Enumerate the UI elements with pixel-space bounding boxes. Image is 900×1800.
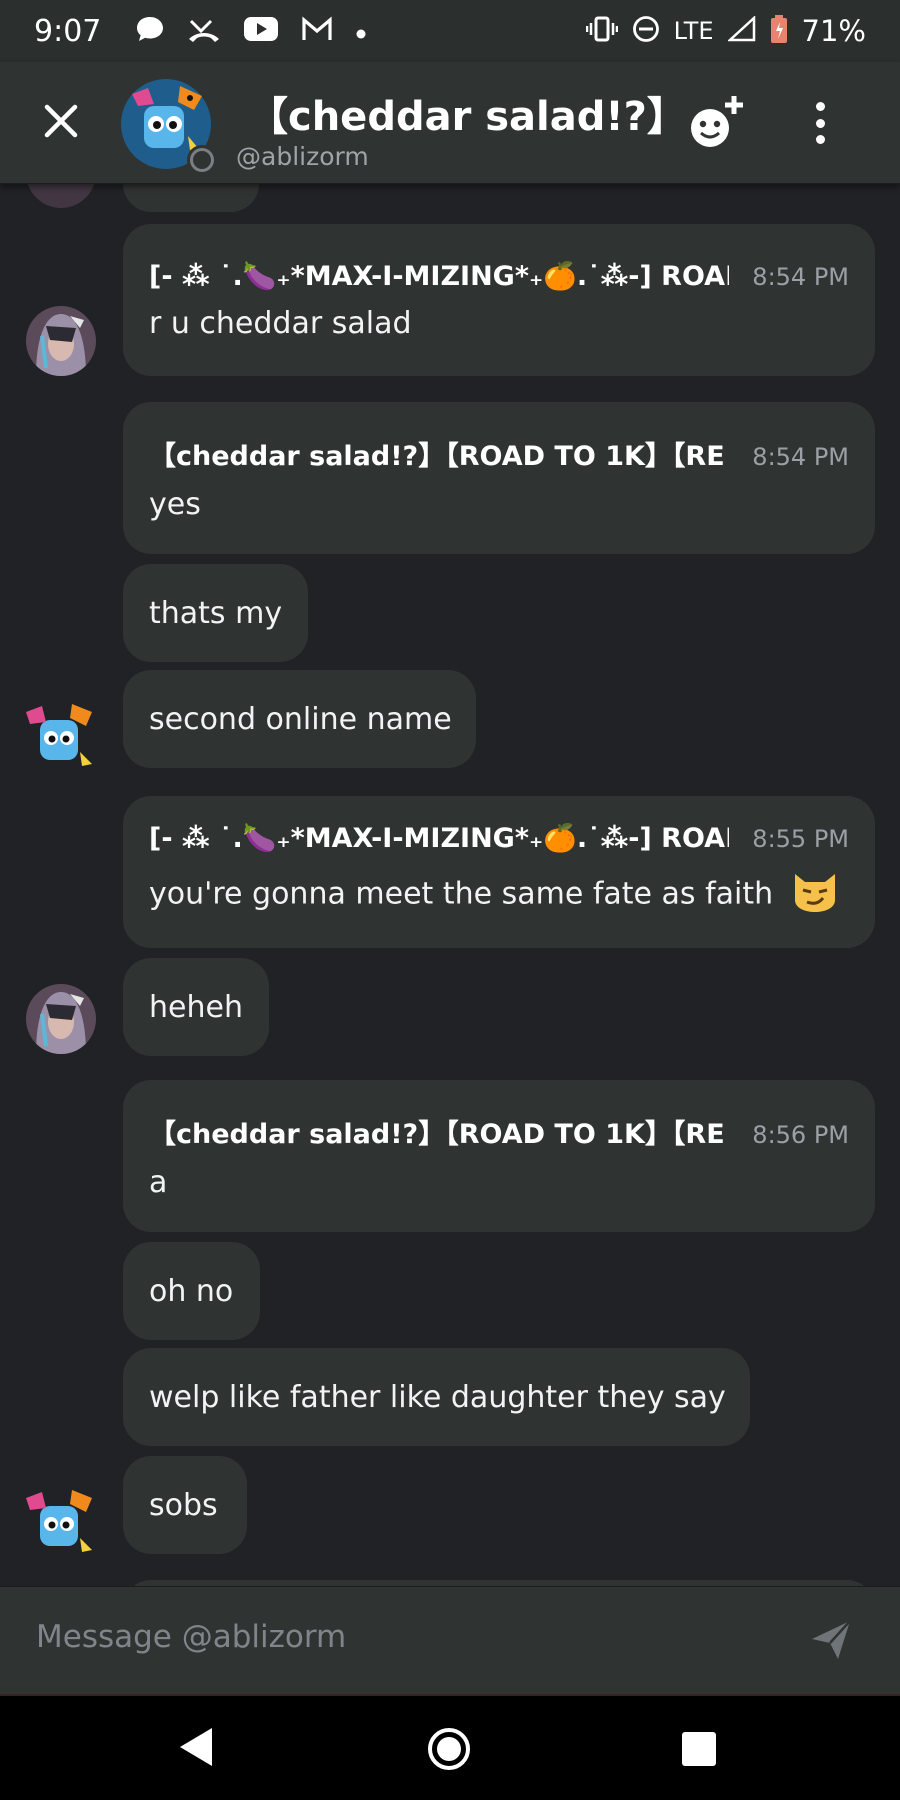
more-dot-icon <box>815 135 825 144</box>
system-nav-bar <box>0 1694 900 1800</box>
message-timestamp: 8:54 PM <box>752 262 849 291</box>
status-bar: 9:07 LTE 71% <box>0 0 900 62</box>
message-text: r u cheddar salad <box>149 305 412 341</box>
lte-label: LTE <box>673 17 714 45</box>
close-button[interactable] <box>36 96 86 146</box>
dot-icon <box>355 17 367 45</box>
message-author[interactable]: 【cheddar salad!?】【ROAD TO 1K】【RE <box>149 434 725 473</box>
avatar <box>26 184 96 208</box>
message-text: thats my <box>149 595 283 631</box>
message-list[interactable]: [- ⁂ ˙.🍆₊*MAX-I-MIZING*₊🍊.˙⁂-] ROAD 8:54… <box>0 184 900 1586</box>
message-author[interactable]: [- ⁂ ˙.🍆₊*MAX-I-MIZING*₊🍊.˙⁂-] ROAD <box>149 260 729 292</box>
add-emoji-icon <box>691 96 743 147</box>
message-text: oh no <box>149 1273 234 1309</box>
message-bubble: 【cheddar salad!?】【ROAD TO 1K】【RE 8:54 PM… <box>123 402 875 554</box>
avatar[interactable] <box>26 306 96 376</box>
message-timestamp: 8:56 PM <box>752 1121 849 1149</box>
message-bubble: second online name <box>123 670 476 768</box>
message-text: second online name <box>149 701 452 737</box>
more-options-button[interactable] <box>800 96 840 150</box>
message-bubble: welp like father like daughter they say <box>123 1348 750 1446</box>
message-bubble-partial <box>123 184 259 212</box>
back-triangle-icon <box>180 1728 212 1766</box>
vibrate-icon <box>585 16 618 47</box>
chat-bubble-icon <box>135 15 165 48</box>
message-author[interactable]: [- ⁂ ˙.🍆₊*MAX-I-MIZING*₊🍊.˙⁂-] ROAD <box>149 822 729 854</box>
message-bubble: oh no <box>123 1242 260 1340</box>
message-input[interactable]: Message @ablizorm <box>36 1619 346 1655</box>
header-username: @ablizorm <box>236 142 369 171</box>
home-button[interactable] <box>428 1728 470 1770</box>
message-text: a <box>149 1165 168 1200</box>
message-bubble: sobs <box>123 1456 247 1554</box>
back-button[interactable] <box>178 1726 214 1772</box>
message-text: you're gonna meet the same fate as faith <box>149 876 774 912</box>
message-bubble: heheh <box>123 958 269 1056</box>
message-timestamp: 8:54 PM <box>752 443 849 471</box>
message-text: welp like father like daughter they say <box>149 1379 726 1415</box>
gmail-icon <box>301 16 333 47</box>
message-timestamp: 8:55 PM <box>752 825 849 853</box>
status-indicator <box>190 148 214 172</box>
battery-icon <box>770 14 788 49</box>
status-time: 9:07 <box>34 13 102 49</box>
send-button[interactable] <box>808 1617 854 1663</box>
page-title: 【cheddar salad!?】 <box>248 94 687 140</box>
do-not-disturb-icon <box>632 15 660 48</box>
message-text: sobs <box>149 1487 218 1523</box>
message-author[interactable]: 【cheddar salad!?】【ROAD TO 1K】【RE <box>149 1112 725 1151</box>
avatar[interactable] <box>26 984 96 1054</box>
message-bubble: [- ⁂ ˙.🍆₊*MAX-I-MIZING*₊🍊.˙⁂-] ROAD 8:54… <box>123 224 875 376</box>
chat-header: 【cheddar salad!?】 @ablizorm <box>0 62 900 184</box>
more-dot-icon <box>815 102 825 111</box>
message-bubble: 【cheddar salad!?】【ROAD TO 1K】【RE 8:56 PM… <box>123 1080 875 1232</box>
recents-button[interactable] <box>682 1732 716 1766</box>
message-text: yes <box>149 487 201 522</box>
missed-call-icon <box>187 15 221 48</box>
avatar[interactable] <box>22 698 98 774</box>
youtube-icon <box>243 16 279 47</box>
avatar[interactable] <box>22 1484 98 1560</box>
close-icon <box>44 104 78 138</box>
message-composer[interactable]: Message @ablizorm <box>0 1586 900 1694</box>
message-text: heheh <box>149 989 243 1025</box>
add-friend-button[interactable] <box>684 92 750 152</box>
smirking-cat-emoji-icon <box>789 868 841 922</box>
chat-screen: 9:07 LTE 71% 【cheddar salad!?】 @ablizorm… <box>0 0 900 1800</box>
more-dot-icon <box>815 118 825 128</box>
message-bubble: thats my <box>123 564 308 662</box>
message-bubble: [- ⁂ ˙.🍆₊*MAX-I-MIZING*₊🍊.˙⁂-] ROAD 8:55… <box>123 796 875 948</box>
signal-icon <box>726 14 756 47</box>
send-icon <box>812 1620 851 1659</box>
battery-percent: 71% <box>801 14 866 48</box>
